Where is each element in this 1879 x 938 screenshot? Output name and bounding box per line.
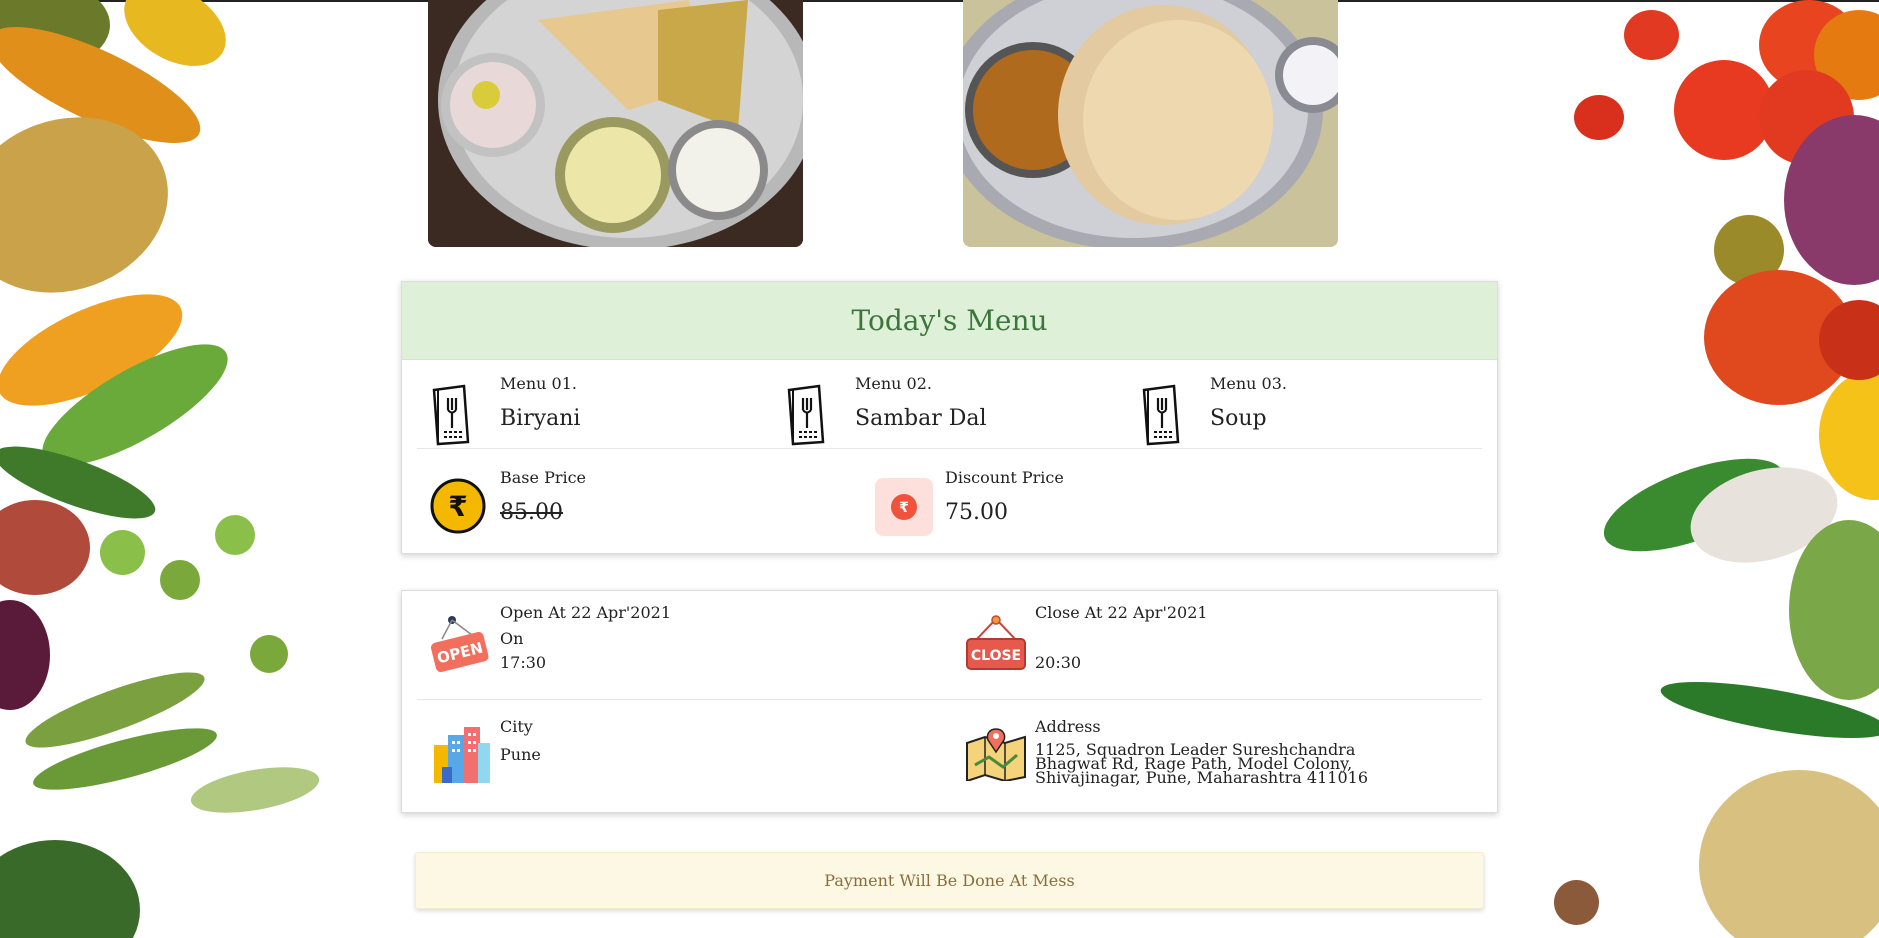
thali-photo-2 <box>963 0 1338 247</box>
menu-item-1: Menu 01. Biryani <box>430 374 760 446</box>
mess-info-card: OPEN Open At 22 Apr'2021 On 17:30 CLOSE … <box>401 590 1498 813</box>
map-location-icon <box>965 725 1027 785</box>
menu-title: Today's Menu <box>851 304 1048 337</box>
address-value: 1125, Squadron Leader Sureshchandra Bhag… <box>1035 740 1368 787</box>
menu-item-label: Menu 03. <box>1210 374 1287 393</box>
city-value: Pune <box>500 745 541 764</box>
open-sign-icon: OPEN <box>430 613 490 681</box>
thali-photo-1 <box>428 0 803 247</box>
close-label: Close At 22 Apr'2021 <box>1035 603 1208 622</box>
close-sign-icon: CLOSE <box>965 615 1027 677</box>
discount-price-value: 75.00 <box>945 500 1008 525</box>
menu-item-value: Biryani <box>500 406 581 431</box>
menu-divider <box>417 448 1482 449</box>
open-time-value: 17:30 <box>500 653 547 672</box>
menu-item-value: Soup <box>1210 406 1267 431</box>
info-divider <box>417 699 1482 700</box>
city-label: City <box>500 717 533 736</box>
payment-notice-text: Payment Will Be Done At Mess <box>824 871 1075 890</box>
menu-item-label: Menu 01. <box>500 374 577 393</box>
open-on-label: On <box>500 629 524 648</box>
svg-text:₹: ₹ <box>899 500 909 516</box>
discount-price-label: Discount Price <box>945 468 1064 487</box>
close-time-value: 20:30 <box>1035 653 1082 672</box>
close-time: CLOSE Close At 22 Apr'2021 20:30 <box>965 603 1465 693</box>
vegetables-left-decoration <box>0 0 400 938</box>
city-buildings-icon <box>430 725 492 789</box>
base-price: ₹ Base Price 85.00 <box>430 468 830 538</box>
base-price-label: Base Price <box>500 468 587 487</box>
payment-notice: Payment Will Be Done At Mess <box>415 852 1484 909</box>
menu-card-icon <box>430 384 472 450</box>
svg-text:CLOSE: CLOSE <box>971 648 1021 664</box>
city: City Pune <box>430 717 930 797</box>
address-label: Address <box>1035 717 1101 736</box>
open-time: OPEN Open At 22 Apr'2021 On 17:30 <box>430 603 930 693</box>
discount-rupee-icon: ₹ <box>875 478 933 540</box>
menu-card-icon <box>1140 384 1182 450</box>
base-price-value: 85.00 <box>500 500 563 525</box>
menu-item-2: Menu 02. Sambar Dal <box>785 374 1115 446</box>
rupee-coin-icon: ₹ <box>430 478 486 538</box>
menu-item-value: Sambar Dal <box>855 406 987 431</box>
discount-price: ₹ Discount Price 75.00 <box>875 468 1275 538</box>
vegetables-right-decoration <box>1459 0 1879 938</box>
menu-item-3: Menu 03. Soup <box>1140 374 1470 446</box>
menu-item-label: Menu 02. <box>855 374 932 393</box>
menu-header: Today's Menu <box>402 282 1497 360</box>
svg-text:₹: ₹ <box>448 490 467 523</box>
menu-card-icon <box>785 384 827 450</box>
open-label: Open At 22 Apr'2021 <box>500 603 672 622</box>
address: Address 1125, Squadron Leader Sureshchan… <box>965 717 1485 797</box>
todays-menu-card: Today's Menu Menu 01. Biryani Menu 02. S… <box>401 281 1498 554</box>
